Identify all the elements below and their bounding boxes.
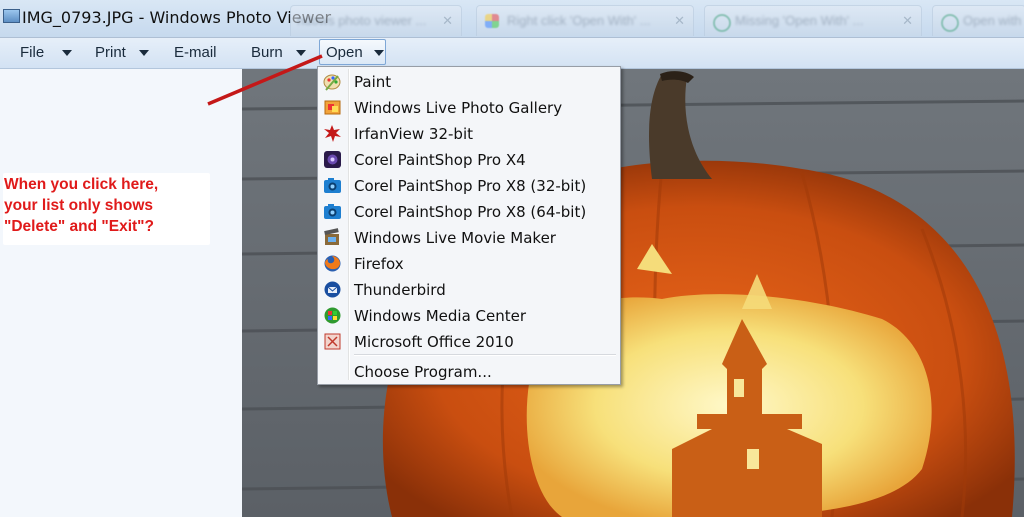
menu-separator [354, 354, 616, 356]
menu-item-label: Firefox [354, 255, 404, 273]
irfanview-icon [324, 125, 341, 142]
paintshop-x8-icon [324, 204, 341, 219]
menu-item-paintshop-x8-32[interactable]: Corel PaintShop Pro X8 (32-bit) [320, 173, 617, 198]
thunderbird-icon [324, 281, 341, 298]
menu-item-label: Corel PaintShop Pro X8 (32-bit) [354, 177, 587, 195]
menu-item-label: Microsoft Office 2010 [354, 333, 514, 351]
menu-item-firefox[interactable]: Firefox [320, 251, 617, 276]
menu-item-label: Windows Live Photo Gallery [354, 99, 563, 117]
menu-item-paintshop-x8-64[interactable]: Corel PaintShop Pro X8 (64-bit) [320, 199, 617, 224]
office-icon [324, 333, 341, 350]
menu-item-movie-maker[interactable]: Windows Live Movie Maker [320, 225, 617, 250]
photo-gallery-icon [324, 100, 341, 115]
menu-item-irfanview[interactable]: IrfanView 32-bit [320, 121, 617, 146]
media-center-icon [324, 307, 341, 324]
paint-icon [323, 74, 341, 91]
open-with-dropdown: Paint Windows Live Photo Gallery IrfanVi… [317, 66, 621, 385]
firefox-icon [324, 255, 341, 272]
menu-item-label: Paint [354, 73, 392, 91]
menu-item-label: Choose Program... [354, 363, 492, 381]
menu-item-office[interactable]: Microsoft Office 2010 [320, 329, 617, 354]
paintshop-x8-icon [324, 178, 341, 193]
menu-item-paint[interactable]: Paint [320, 69, 617, 94]
menu-item-label: IrfanView 32-bit [354, 125, 474, 143]
menu-item-thunderbird[interactable]: Thunderbird [320, 277, 617, 302]
movie-maker-icon [324, 228, 339, 245]
menu-item-label: Windows Live Movie Maker [354, 229, 556, 247]
menu-item-label: Thunderbird [354, 281, 446, 299]
menu-item-label: Corel PaintShop Pro X8 (64-bit) [354, 203, 587, 221]
menu-item-photo-gallery[interactable]: Windows Live Photo Gallery [320, 95, 617, 120]
menu-item-label: Windows Media Center [354, 307, 527, 325]
menu-item-choose-program[interactable]: Choose Program... [320, 359, 617, 384]
menu-item-media-center[interactable]: Windows Media Center [320, 303, 617, 328]
paintshop-x4-icon [324, 151, 341, 168]
menu-item-label: Corel PaintShop Pro X4 [354, 151, 526, 169]
menu-item-paintshop-x4[interactable]: Corel PaintShop Pro X4 [320, 147, 617, 172]
